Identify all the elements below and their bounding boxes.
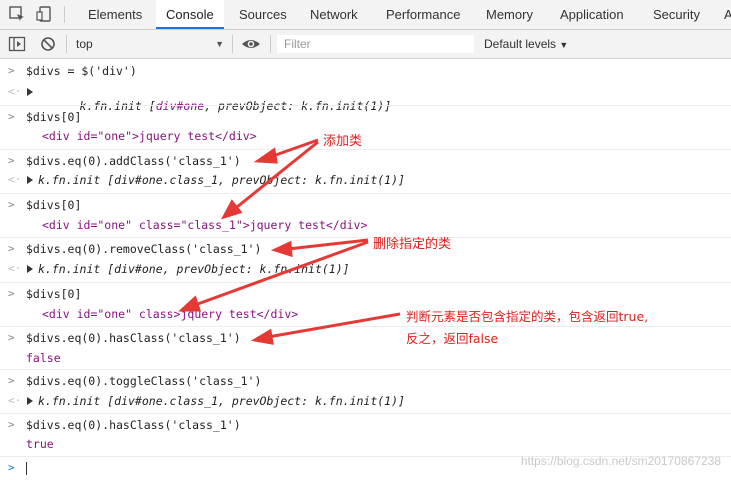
expand-triangle-icon[interactable] [27, 176, 33, 184]
tab-overflow[interactable]: A [724, 0, 731, 29]
console-result-line: <· k.fn.init [div#one, prevObject: k.fn.… [0, 262, 731, 279]
console-input-line: > $divs.eq(0).addClass('class_1') [0, 149, 731, 170]
console-input-line: > $divs.eq(0).hasClass('class_1') [0, 326, 731, 347]
chevron-down-icon: ▼ [559, 40, 569, 50]
result-object[interactable]: k.fn.init [div#one.class_1, prevObject: … [38, 173, 405, 187]
tab-network[interactable]: Network [310, 0, 358, 29]
chevron-down-icon: ▼ [215, 39, 224, 49]
command-text: $divs[0] [26, 198, 82, 212]
boolean-result: true [26, 437, 54, 451]
prompt-chevron-icon: > [8, 287, 15, 300]
annotation-add-class: 添加类 [323, 134, 363, 149]
console-result-line: false [0, 351, 731, 368]
context-value: top [76, 37, 93, 51]
expand-triangle-icon[interactable] [27, 88, 33, 96]
console-input-line: > $divs[0] [0, 282, 731, 303]
command-text: $divs[0] [26, 287, 82, 301]
devtools-tabbar: Elements Console Sources Network Perform… [0, 0, 731, 30]
sidebar-toggle-icon[interactable] [8, 35, 26, 53]
command-text: $divs.eq(0).toggleClass('class_1') [26, 374, 262, 388]
console-toolbar: top ▼ Filter Default levels ▼ [0, 30, 731, 59]
command-text: $divs = $('div') [26, 64, 137, 78]
console-result-line: <div id="one" class="class_1">jquery tes… [0, 218, 731, 235]
command-text: $divs[0] [26, 110, 82, 124]
annotation-has-class-2: 反之，返回false [406, 331, 499, 346]
result-arrow-icon: <· [8, 173, 22, 186]
watermark: https://blog.csdn.net/sm20170867238 [520, 454, 721, 468]
context-selector[interactable]: top ▼ [76, 35, 224, 53]
tab-console[interactable]: Console [156, 0, 224, 29]
console-input-line: > $divs[0] [0, 193, 731, 214]
annotation-has-class-1: 判断元素是否包含指定的类，包含返回true, [406, 309, 649, 324]
expand-triangle-icon[interactable] [27, 397, 33, 405]
log-levels-label: Default levels [484, 37, 557, 51]
prompt-chevron-icon: > [8, 154, 15, 167]
command-text: $divs.eq(0).hasClass('class_1') [26, 331, 241, 345]
prompt-chevron-icon: > [8, 110, 15, 123]
tab-elements[interactable]: Elements [88, 0, 142, 29]
clear-console-icon[interactable] [39, 35, 57, 53]
text-caret [26, 462, 27, 475]
element-markup[interactable]: <div id="one" class="class_1">jquery tes… [42, 218, 367, 232]
console-result-line: true [0, 437, 731, 454]
prompt-chevron-icon: > [8, 461, 15, 474]
console-result-line: <div id="one">jquery test</div> [0, 129, 731, 146]
prompt-chevron-icon: > [8, 198, 15, 211]
console-input-line: > $divs.eq(0).hasClass('class_1') [0, 413, 731, 434]
element-markup[interactable]: <div id="one" class>jquery test</div> [42, 307, 298, 321]
tab-security[interactable]: Security [653, 0, 700, 29]
device-toolbar-icon[interactable] [36, 5, 54, 23]
expand-triangle-icon[interactable] [27, 265, 33, 273]
result-arrow-icon: <· [8, 394, 22, 407]
prompt-chevron-icon: > [8, 242, 15, 255]
toolbar-divider [66, 35, 67, 53]
inspect-element-icon[interactable] [8, 5, 26, 23]
toolbar-divider [232, 35, 233, 53]
result-arrow-icon: <· [8, 262, 22, 275]
console-input-line: > $divs[0] [0, 105, 731, 126]
console-input-line: > $divs.eq(0).removeClass('class_1') [0, 237, 731, 258]
result-object[interactable]: k.fn.init [div#one.class_1, prevObject: … [38, 394, 405, 408]
tab-memory[interactable]: Memory [486, 0, 533, 29]
console-input-line: > $divs.eq(0).toggleClass('class_1') [0, 369, 731, 390]
prompt-chevron-icon: > [8, 331, 15, 344]
filter-input[interactable]: Filter [277, 35, 474, 53]
console-input-line: > $divs = $('div') [0, 64, 731, 81]
command-text: $divs.eq(0).addClass('class_1') [26, 154, 241, 168]
boolean-result: false [26, 351, 61, 365]
prompt-chevron-icon: > [8, 64, 15, 77]
tab-sources[interactable]: Sources [239, 0, 287, 29]
result-arrow-icon: <· [8, 85, 22, 98]
element-markup[interactable]: <div id="one">jquery test</div> [42, 129, 257, 143]
command-text: $divs.eq(0).hasClass('class_1') [26, 418, 241, 432]
console-result-line: <· k.fn.init [div#one, prevObject: k.fn.… [0, 85, 731, 113]
tab-divider [64, 6, 65, 23]
annotation-remove-class: 删除指定的类 [373, 237, 452, 252]
tab-application[interactable]: Application [560, 0, 624, 29]
live-expression-eye-icon[interactable] [241, 35, 261, 53]
toolbar-divider [270, 35, 271, 53]
tab-performance[interactable]: Performance [386, 0, 460, 29]
prompt-chevron-icon: > [8, 374, 15, 387]
console-result-line: <· k.fn.init [div#one.class_1, prevObjec… [0, 173, 731, 190]
console-result-line: <· k.fn.init [div#one.class_1, prevObjec… [0, 394, 731, 411]
command-text: $divs.eq(0).removeClass('class_1') [26, 242, 262, 256]
result-object[interactable]: k.fn.init [div#one, prevObject: k.fn.ini… [38, 262, 350, 276]
log-levels-dropdown[interactable]: Default levels ▼ [484, 35, 568, 54]
prompt-chevron-icon: > [8, 418, 15, 431]
